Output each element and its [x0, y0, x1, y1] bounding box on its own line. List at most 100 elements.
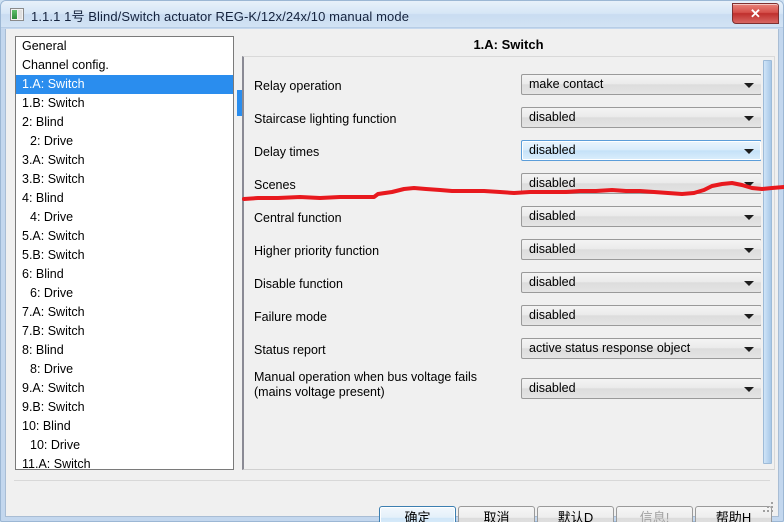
sidebar-item-label: 4: Drive [30, 210, 74, 224]
dropdown-value: make contact [529, 77, 604, 91]
chevron-down-icon[interactable] [744, 347, 754, 352]
chevron-down-icon[interactable] [744, 314, 754, 319]
parameter-dropdown[interactable]: disabled [521, 206, 762, 227]
footer-button[interactable]: 确定 [379, 506, 456, 522]
client-area: General Channel config. 1.A: Switch 1.B: Sw… [5, 29, 779, 522]
sidebar-item-label: General [22, 39, 67, 53]
sidebar-item-label: 3.A: Switch [22, 153, 85, 167]
parameter-dropdown[interactable]: disabled [521, 272, 762, 293]
sidebar-item[interactable]: 3.B: Switch [16, 170, 233, 189]
footer-divider [14, 480, 770, 481]
sidebar-item-label: 9.A: Switch [22, 381, 85, 395]
title-bar[interactable]: 1.1.1 1号 Blind/Switch actuator REG-K/12x… [1, 1, 783, 28]
chevron-down-icon[interactable] [744, 387, 754, 392]
parameter-dropdown[interactable]: make contact [521, 74, 762, 95]
dropdown-value: disabled [529, 176, 576, 190]
parameter-label: Staircase lighting function [254, 112, 397, 126]
dropdown-value: disabled [529, 275, 576, 289]
footer-button[interactable]: 默认D [537, 506, 614, 522]
sidebar-item[interactable]: 7.A: Switch [16, 303, 233, 322]
parameter-row: Disable function disabled [244, 269, 774, 302]
parameter-row: Staircase lighting function disabled [244, 104, 774, 137]
sidebar-item[interactable]: General [16, 37, 233, 56]
dropdown-value: disabled [529, 209, 576, 223]
page-title: 1.A: Switch [473, 37, 544, 52]
sidebar-item[interactable]: 6: Drive [16, 284, 233, 303]
sidebar-item-label: 8: Drive [30, 362, 74, 376]
sidebar-item[interactable]: 4: Drive [16, 208, 233, 227]
chevron-down-icon[interactable] [744, 83, 754, 88]
parameter-label: Failure mode [254, 310, 327, 324]
footer-button: 信息! [616, 506, 693, 522]
chevron-down-icon[interactable] [744, 215, 754, 220]
parameter-dropdown[interactable]: disabled [521, 305, 762, 326]
resize-grip[interactable] [763, 502, 775, 514]
sidebar-item[interactable]: Channel config. [16, 56, 233, 75]
sidebar-item[interactable]: 8: Blind [16, 341, 233, 360]
chevron-down-icon[interactable] [744, 248, 754, 253]
chevron-down-icon[interactable] [744, 182, 754, 187]
sidebar-item[interactable]: 8: Drive [16, 360, 233, 379]
footer-button[interactable]: 帮助H [695, 506, 772, 522]
dropdown-value: disabled [529, 110, 576, 124]
parameter-dropdown[interactable]: disabled [521, 239, 762, 260]
sidebar-item[interactable]: 9.A: Switch [16, 379, 233, 398]
sidebar-item[interactable]: 11.A: Switch [16, 455, 233, 469]
footer-button-label: 确定 [404, 510, 431, 522]
dropdown-value: disabled [529, 143, 576, 157]
channel-tree[interactable]: General Channel config. 1.A: Switch 1.B: Sw… [15, 36, 234, 470]
footer-button-label: 默认D [557, 510, 594, 522]
sidebar-item-label: 2: Blind [22, 115, 64, 129]
parameter-dropdown[interactable]: active status response object [521, 338, 762, 359]
sidebar-item[interactable]: 2: Blind [16, 113, 233, 132]
dropdown-value: disabled [529, 308, 576, 322]
sidebar-item[interactable]: 9.B: Switch [16, 398, 233, 417]
sidebar-item-label: 2: Drive [30, 134, 74, 148]
parameter-scrollbar[interactable] [761, 58, 773, 469]
parameter-row: Status report active status response obje… [244, 335, 774, 368]
parameter-row: Failure mode disabled [244, 302, 774, 335]
parameter-dropdown[interactable]: disabled [521, 378, 762, 399]
close-icon[interactable]: ✕ [732, 3, 779, 24]
window-title: 1.1.1 1号 Blind/Switch actuator REG-K/12x… [31, 9, 410, 24]
dropdown-value: active status response object [529, 341, 691, 355]
sidebar-item[interactable]: 5.B: Switch [16, 246, 233, 265]
sidebar-item-label: 6: Drive [30, 286, 74, 300]
sidebar-item[interactable]: 2: Drive [16, 132, 233, 151]
sidebar-item[interactable]: 3.A: Switch [16, 151, 233, 170]
parameter-label: Scenes [254, 178, 296, 192]
dropdown-value: disabled [529, 381, 576, 395]
chevron-down-icon[interactable] [744, 281, 754, 286]
dialog-window: 1.1.1 1号 Blind/Switch actuator REG-K/12x… [0, 0, 784, 522]
sidebar-item-label: 10: Drive [30, 438, 81, 452]
chevron-down-icon[interactable] [744, 116, 754, 121]
sidebar-item-label: 5.A: Switch [22, 229, 85, 243]
sidebar-item[interactable]: 10: Drive [16, 436, 233, 455]
sidebar-item[interactable]: 1.A: Switch [16, 75, 233, 94]
parameter-frame: Relay operation make contact Staircase lig… [242, 56, 775, 470]
footer-button-label: 帮助H [715, 510, 752, 522]
sidebar-item-label: Channel config. [22, 58, 109, 72]
sidebar-item-label: 1.A: Switch [22, 77, 85, 91]
parameter-label: Status report [254, 343, 326, 357]
chevron-down-icon[interactable] [744, 149, 754, 154]
dropdown-value: disabled [529, 242, 576, 256]
app-icon [10, 8, 24, 21]
parameter-dropdown[interactable]: disabled [521, 173, 762, 194]
parameter-label: Central function [254, 211, 342, 225]
parameter-row: Scenes disabled [244, 170, 774, 203]
sidebar-item[interactable]: 7.B: Switch [16, 322, 233, 341]
sidebar-item[interactable]: 10: Blind [16, 417, 233, 436]
parameter-dropdown[interactable]: disabled [521, 140, 762, 161]
scrollbar-thumb[interactable] [763, 60, 772, 464]
footer-button-label: 信息! [639, 510, 670, 522]
sidebar-item[interactable]: 6: Blind [16, 265, 233, 284]
footer-button[interactable]: 取消 [458, 506, 535, 522]
sidebar-item[interactable]: 4: Blind [16, 189, 233, 208]
parameter-row: Higher priority function disabled [244, 236, 774, 269]
sidebar-item[interactable]: 5.A: Switch [16, 227, 233, 246]
sidebar-item-label: 9.B: Switch [22, 400, 85, 414]
sidebar-item[interactable]: 1.B: Switch [16, 94, 233, 113]
parameter-label: Manual operation when bus voltage fails … [254, 370, 478, 399]
parameter-dropdown[interactable]: disabled [521, 107, 762, 128]
